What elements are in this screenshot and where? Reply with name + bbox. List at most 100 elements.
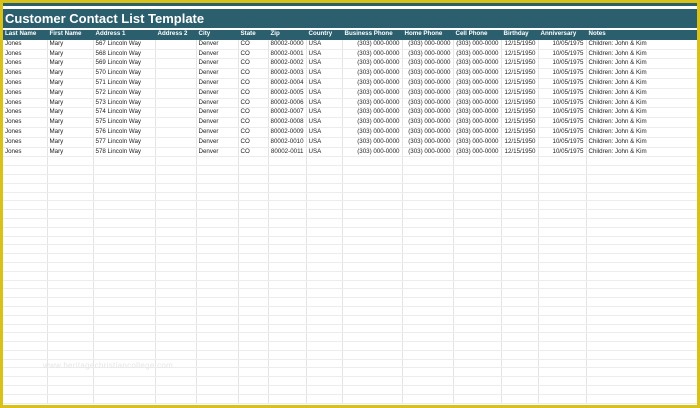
- table-cell[interactable]: Denver: [196, 78, 239, 89]
- table-cell[interactable]: 576 Lincoln Way: [93, 127, 156, 138]
- empty-cell[interactable]: [3, 350, 48, 360]
- empty-cell[interactable]: [342, 297, 403, 307]
- empty-cell[interactable]: [196, 192, 239, 202]
- empty-cell[interactable]: [47, 315, 94, 325]
- empty-cell[interactable]: [47, 253, 94, 263]
- empty-cell[interactable]: [47, 394, 94, 404]
- table-cell[interactable]: 570 Lincoln Way: [93, 68, 156, 79]
- table-cell[interactable]: Denver: [196, 127, 239, 138]
- empty-cell[interactable]: [196, 359, 239, 369]
- empty-cell[interactable]: [196, 200, 239, 211]
- empty-cell[interactable]: [306, 367, 343, 378]
- empty-cell[interactable]: [306, 350, 343, 360]
- column-header[interactable]: Birthday: [501, 30, 539, 40]
- empty-cell[interactable]: [453, 236, 502, 246]
- empty-cell[interactable]: [196, 262, 239, 272]
- empty-cell[interactable]: [586, 280, 697, 290]
- empty-cell[interactable]: [155, 306, 197, 316]
- empty-cell[interactable]: [93, 227, 156, 237]
- empty-cell[interactable]: [402, 200, 454, 211]
- empty-cell[interactable]: [268, 324, 307, 334]
- table-cell[interactable]: CO: [238, 78, 269, 89]
- empty-cell[interactable]: [586, 209, 697, 219]
- column-header[interactable]: Cell Phone: [453, 30, 502, 40]
- empty-cell[interactable]: [155, 200, 197, 211]
- empty-cell[interactable]: [3, 209, 48, 219]
- table-cell[interactable]: Denver: [196, 137, 239, 148]
- empty-cell[interactable]: [47, 174, 94, 184]
- table-cell[interactable]: Jones: [3, 68, 48, 79]
- table-cell[interactable]: (303) 000-0000: [453, 147, 502, 158]
- table-cell[interactable]: (303) 000-0000: [453, 127, 502, 138]
- table-cell[interactable]: 10/05/1975: [538, 107, 587, 119]
- table-cell[interactable]: 577 Lincoln Way: [93, 137, 156, 148]
- empty-cell[interactable]: [306, 156, 343, 167]
- empty-cell[interactable]: [155, 192, 197, 202]
- empty-cell[interactable]: [238, 376, 269, 387]
- empty-cell[interactable]: [155, 288, 197, 299]
- empty-cell[interactable]: [538, 306, 587, 316]
- table-cell[interactable]: Mary: [47, 68, 94, 79]
- table-cell[interactable]: [155, 39, 197, 50]
- empty-cell[interactable]: [342, 218, 403, 228]
- table-cell[interactable]: Children: John & Kim: [586, 58, 697, 70]
- table-cell[interactable]: 10/05/1975: [538, 137, 587, 148]
- table-cell[interactable]: (303) 000-0000: [402, 137, 454, 148]
- table-cell[interactable]: 80002-0011: [268, 147, 307, 158]
- empty-cell[interactable]: [3, 156, 48, 167]
- table-cell[interactable]: (303) 000-0000: [402, 39, 454, 50]
- table-cell[interactable]: 12/15/1950: [501, 58, 539, 70]
- table-cell[interactable]: CO: [238, 68, 269, 79]
- empty-cell[interactable]: [501, 367, 539, 378]
- empty-cell[interactable]: [155, 253, 197, 263]
- column-header[interactable]: First Name: [47, 30, 94, 40]
- table-cell[interactable]: (303) 000-0000: [453, 58, 502, 70]
- empty-cell[interactable]: [196, 253, 239, 263]
- empty-cell[interactable]: [3, 288, 48, 299]
- empty-cell[interactable]: [586, 262, 697, 272]
- table-cell[interactable]: CO: [238, 39, 269, 50]
- table-cell[interactable]: 80002-0001: [268, 49, 307, 60]
- table-cell[interactable]: (303) 000-0000: [453, 49, 502, 60]
- empty-cell[interactable]: [453, 297, 502, 307]
- empty-cell[interactable]: [586, 367, 697, 378]
- table-cell[interactable]: Jones: [3, 58, 48, 70]
- empty-cell[interactable]: [306, 192, 343, 202]
- empty-cell[interactable]: [501, 385, 539, 395]
- empty-cell[interactable]: [155, 183, 197, 193]
- table-cell[interactable]: (303) 000-0000: [402, 88, 454, 99]
- table-cell[interactable]: [155, 78, 197, 89]
- empty-cell[interactable]: [538, 341, 587, 351]
- empty-cell[interactable]: [93, 315, 156, 325]
- table-cell[interactable]: 80002-0009: [268, 127, 307, 138]
- table-cell[interactable]: (303) 000-0000: [342, 49, 403, 60]
- table-cell[interactable]: Jones: [3, 39, 48, 50]
- empty-cell[interactable]: [268, 359, 307, 369]
- empty-cell[interactable]: [501, 218, 539, 228]
- table-cell[interactable]: Denver: [196, 98, 239, 109]
- empty-cell[interactable]: [453, 271, 502, 281]
- empty-cell[interactable]: [453, 359, 502, 369]
- table-cell[interactable]: (303) 000-0000: [453, 107, 502, 119]
- empty-cell[interactable]: [238, 359, 269, 369]
- table-cell[interactable]: 568 Lincoln Way: [93, 49, 156, 60]
- empty-cell[interactable]: [238, 227, 269, 237]
- empty-cell[interactable]: [586, 227, 697, 237]
- empty-cell[interactable]: [268, 297, 307, 307]
- table-cell[interactable]: Mary: [47, 98, 94, 109]
- table-cell[interactable]: (303) 000-0000: [342, 58, 403, 70]
- empty-cell[interactable]: [402, 315, 454, 325]
- table-cell[interactable]: 10/05/1975: [538, 147, 587, 158]
- empty-cell[interactable]: [306, 244, 343, 255]
- empty-cell[interactable]: [453, 376, 502, 387]
- empty-cell[interactable]: [3, 306, 48, 316]
- table-cell[interactable]: USA: [306, 78, 343, 89]
- empty-cell[interactable]: [501, 306, 539, 316]
- column-header[interactable]: Notes: [586, 30, 697, 40]
- table-cell[interactable]: 567 Lincoln Way: [93, 39, 156, 50]
- empty-cell[interactable]: [47, 236, 94, 246]
- table-cell[interactable]: 10/05/1975: [538, 117, 587, 128]
- empty-cell[interactable]: [196, 367, 239, 378]
- table-cell[interactable]: Denver: [196, 147, 239, 158]
- table-cell[interactable]: Children: John & Kim: [586, 68, 697, 79]
